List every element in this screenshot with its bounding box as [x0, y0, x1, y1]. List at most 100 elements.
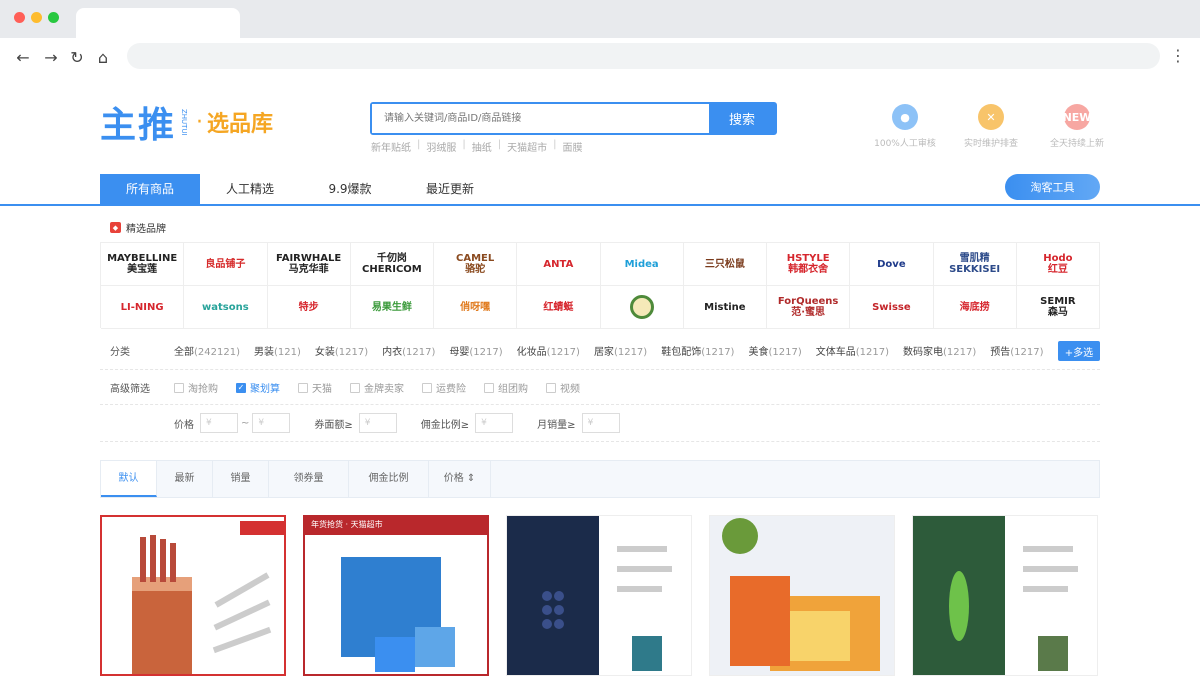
back-arrow-icon[interactable]: ← [12, 46, 34, 68]
range-min-input[interactable]: ¥ [358, 413, 397, 433]
brand-logo[interactable]: HSTYLE 韩都衣舍 [767, 243, 851, 286]
range-group: 券面额≥ ¥ [314, 413, 397, 433]
checkbox-icon[interactable] [422, 382, 432, 393]
category-item[interactable]: 母婴(1217) [449, 343, 502, 358]
brand-logo[interactable]: FAIRWHALE 马克华菲 [267, 243, 351, 286]
brand-name: Dove [877, 258, 906, 270]
tab-item[interactable]: 人工精选 [200, 174, 300, 205]
filter-checkbox[interactable]: 运费险 [422, 380, 466, 395]
brand-logo[interactable]: 红蜻蜓 [517, 286, 601, 329]
browser-menu-icon[interactable]: ⋮ [1170, 47, 1186, 65]
brand-logo[interactable]: SEMIR 森马 [1016, 286, 1100, 329]
hot-word-link[interactable]: 抽纸 [472, 139, 492, 154]
brand-logo[interactable]: ANTA [517, 243, 601, 286]
category-item[interactable]: 文体车品(1217) [816, 343, 889, 358]
site-logo[interactable]: 主推 ZHUTUI · 选品库 [100, 100, 273, 146]
filter-checkbox[interactable]: 金牌卖家 [350, 380, 404, 395]
brand-logo[interactable]: 俏呀嘿 [434, 286, 518, 329]
hot-word-link[interactable]: 面膜 [563, 139, 583, 154]
brand-logo[interactable]: ForQueens 范·蜜思 [767, 286, 851, 329]
reload-icon[interactable]: ↻ [66, 46, 88, 68]
brand-logo[interactable]: Midea [600, 243, 684, 286]
category-item[interactable]: 鞋包配饰(1217) [661, 343, 734, 358]
brand-logo[interactable]: 三只松鼠 [683, 243, 767, 286]
forward-arrow-icon[interactable]: → [40, 46, 62, 68]
product-image[interactable] [102, 517, 286, 676]
brand-logo[interactable]: Hodo 红豆 [1016, 243, 1100, 286]
brand-logo[interactable]: CAMEL 骆驼 [434, 243, 518, 286]
brand-logo[interactable]: watsons [184, 286, 268, 329]
sort-option[interactable]: 销量 [213, 461, 269, 497]
brand-logo[interactable]: 海底捞 [933, 286, 1017, 329]
sort-option[interactable]: 价格 ⇕ [429, 461, 491, 497]
tab-item[interactable]: 所有商品 [100, 174, 200, 205]
filter-checkbox[interactable]: 视频 [546, 380, 580, 395]
hot-word-link[interactable]: 天猫超市 [507, 139, 547, 154]
category-item[interactable]: 居家(1217) [594, 343, 647, 358]
brand-logo[interactable]: 雪肌精 SEKKISEI [933, 243, 1017, 286]
search-button[interactable]: 搜索 [709, 104, 775, 133]
main-tabs: 所有商品 人工精选 9.9爆款 最近更新 [100, 174, 500, 205]
brand-logo[interactable]: 良品铺子 [184, 243, 268, 286]
range-min-input[interactable]: ¥ [475, 413, 514, 433]
checkbox-icon[interactable] [484, 382, 494, 393]
checkbox-icon[interactable] [174, 382, 184, 393]
brand-logo[interactable]: MAYBELLINE 美宝莲 [101, 243, 185, 286]
hot-word-link[interactable]: 羽绒服 [426, 139, 456, 154]
brand-logo[interactable]: Dove [850, 243, 934, 286]
brand-logo[interactable] [600, 286, 684, 329]
sort-option[interactable]: 最新 [157, 461, 213, 497]
browser-tab[interactable] [76, 8, 240, 38]
category-item[interactable]: 男装(121) [254, 343, 301, 358]
range-min-input[interactable]: ¥ [581, 413, 620, 433]
tab-item[interactable]: 最近更新 [400, 174, 500, 205]
checkbox-icon[interactable] [546, 382, 556, 393]
range-max-input[interactable]: ¥ [252, 413, 291, 433]
minimize-window-button[interactable] [31, 12, 42, 23]
filter-checkbox[interactable]: ✓ 聚划算 [236, 380, 280, 395]
brand-logo[interactable]: Swisse [850, 286, 934, 329]
filter-checkbox[interactable]: 淘抢购 [174, 380, 218, 395]
product-image[interactable] [913, 516, 1098, 676]
tab-item[interactable]: 9.9爆款 [300, 174, 400, 205]
checkbox-icon[interactable] [350, 382, 360, 393]
checkbox-icon[interactable] [298, 382, 308, 393]
brand-logo[interactable]: Mistine [683, 286, 767, 329]
category-item[interactable]: 预告(1217) [990, 343, 1043, 358]
hot-word-link[interactable]: 新年贴纸 [371, 139, 411, 154]
address-bar[interactable] [127, 43, 1160, 69]
product-card[interactable] [506, 515, 692, 676]
brand-logo[interactable]: LI-NING [101, 286, 185, 329]
search-input[interactable] [372, 104, 709, 133]
category-item[interactable]: 美食(1217) [748, 343, 801, 358]
product-card[interactable] [709, 515, 895, 676]
home-icon[interactable]: ⌂ [92, 46, 114, 68]
product-card[interactable] [100, 515, 286, 676]
category-item[interactable]: 全部(242121) [174, 343, 240, 358]
brand-logo[interactable]: 特步 [267, 286, 351, 329]
product-card[interactable]: 年货抢货 · 天猫超市 [303, 515, 489, 676]
sort-option[interactable]: 领券量 [269, 461, 349, 497]
range-min-input[interactable]: ¥ [200, 413, 238, 433]
product-image[interactable] [305, 517, 489, 676]
category-count: (1217) [469, 347, 503, 358]
brand-logo[interactable]: 千仞岗 CHERICOM [350, 243, 434, 286]
checkbox-icon[interactable]: ✓ [236, 382, 246, 393]
sort-option[interactable]: 佣金比例 [349, 461, 429, 497]
sort-option[interactable]: 默认 [101, 461, 157, 497]
product-card[interactable] [912, 515, 1098, 676]
category-item[interactable]: 内衣(1217) [382, 343, 435, 358]
category-item[interactable]: 女装(1217) [315, 343, 368, 358]
maximize-window-button[interactable] [48, 12, 59, 23]
multi-select-button[interactable]: +多选 [1058, 341, 1100, 361]
category-item[interactable]: 化妆品(1217) [517, 343, 580, 358]
brand-grid: MAYBELLINE 美宝莲 良品铺子 FAIRWHALE 马克华菲 千仞岗 CHER… [100, 242, 1100, 329]
brand-logo[interactable]: 易果生鲜 [350, 286, 434, 329]
category-item[interactable]: 数码家电(1217) [903, 343, 976, 358]
taoke-tools-button[interactable]: 淘客工具 [1005, 174, 1100, 200]
product-image[interactable] [507, 516, 692, 676]
close-window-button[interactable] [14, 12, 25, 23]
filter-checkbox[interactable]: 天猫 [298, 380, 332, 395]
filter-checkbox[interactable]: 组团购 [484, 380, 528, 395]
product-image[interactable] [710, 516, 895, 676]
